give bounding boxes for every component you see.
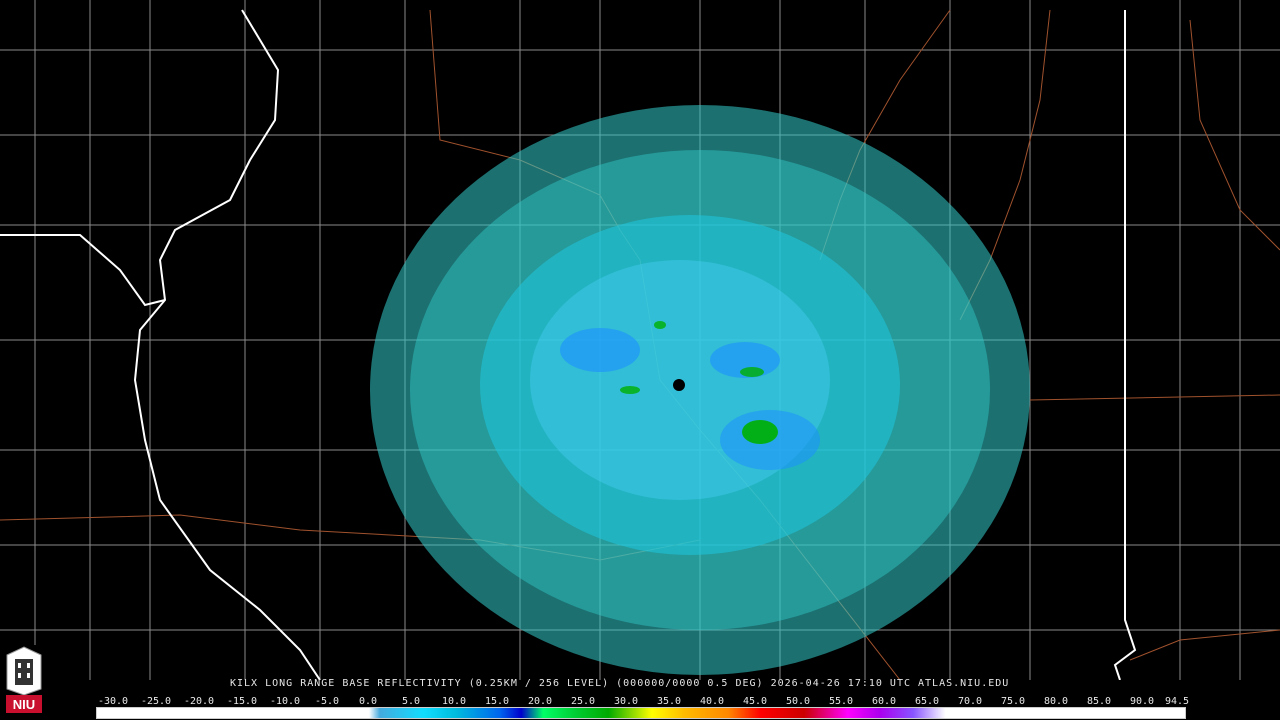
scale-label: -5.0 (314, 696, 340, 707)
scale-label: 70.0 (957, 696, 983, 707)
radar-echoes (370, 105, 1030, 675)
radar-map (0, 0, 1280, 680)
scale-label: 5.0 (401, 696, 421, 707)
scale-label: 90.0 (1129, 696, 1155, 707)
reflectivity-color-bar (96, 707, 1186, 719)
scale-label: 85.0 (1086, 696, 1112, 707)
scale-label: 75.0 (1000, 696, 1026, 707)
product-title: KILX LONG RANGE BASE REFLECTIVITY (0.25K… (230, 678, 1010, 689)
scale-label: -20.0 (183, 696, 215, 707)
scale-label: -25.0 (140, 696, 172, 707)
scale-label: 55.0 (828, 696, 854, 707)
radar-site-marker (673, 379, 685, 391)
scale-label: 0.0 (358, 696, 378, 707)
scale-label: -30.0 (97, 696, 129, 707)
scale-label: 20.0 (527, 696, 553, 707)
scale-label: 80.0 (1043, 696, 1069, 707)
scale-label: 25.0 (570, 696, 596, 707)
niu-logo-icon: NIU (3, 645, 45, 717)
scale-label: 65.0 (914, 696, 940, 707)
scale-label: 15.0 (484, 696, 510, 707)
scale-label: 45.0 (742, 696, 768, 707)
scale-label: 50.0 (785, 696, 811, 707)
scale-label: 94.5 (1164, 696, 1190, 707)
scale-label: 60.0 (871, 696, 897, 707)
scale-label: 40.0 (699, 696, 725, 707)
logo-text: NIU (13, 697, 35, 712)
scale-label: -15.0 (226, 696, 258, 707)
scale-label: -10.0 (269, 696, 301, 707)
scale-label: 35.0 (656, 696, 682, 707)
scale-label: 30.0 (613, 696, 639, 707)
scale-label: 10.0 (441, 696, 467, 707)
